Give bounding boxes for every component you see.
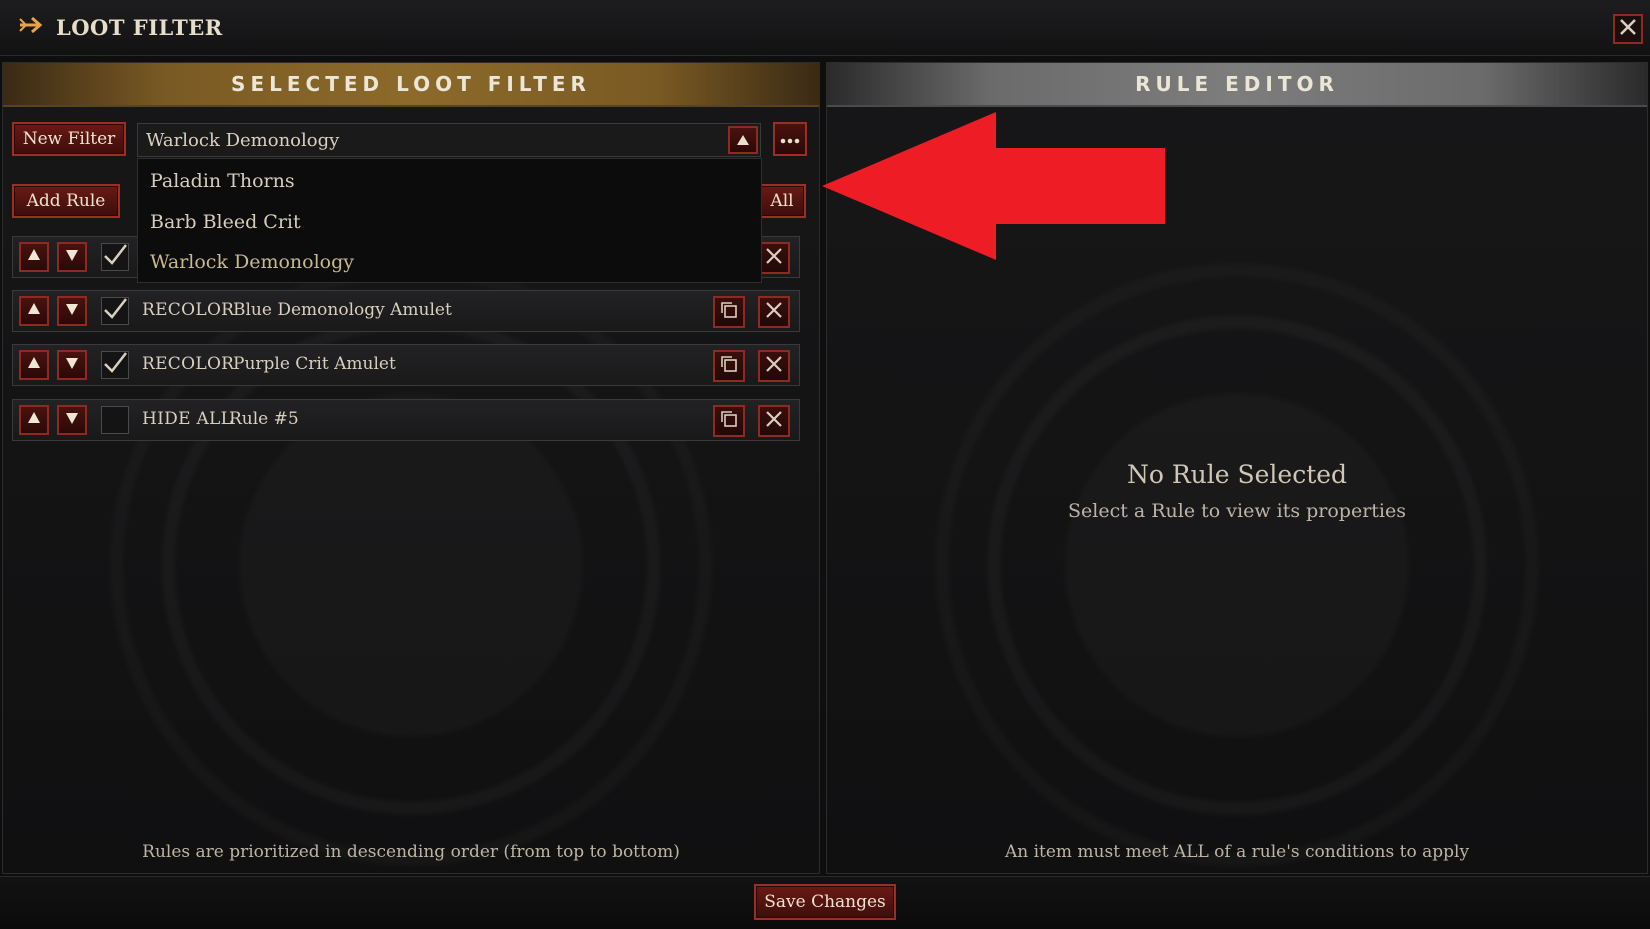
rule-name: Blue Demonology Amulet	[233, 300, 452, 320]
rule-enabled-checkbox[interactable]	[101, 351, 129, 379]
ellipsis-icon	[780, 130, 800, 149]
rule-action: RECOLOR	[142, 300, 235, 320]
triangle-up-icon	[26, 301, 42, 321]
triangle-down-icon	[64, 410, 80, 430]
filter-option-paladin-thorns[interactable]: Paladin Thorns	[150, 162, 750, 200]
rule-name: Rule #5	[229, 409, 299, 429]
annotation-arrow-icon	[822, 112, 1165, 260]
right-footer-hint: An item must meet ALL of a rule's condit…	[1004, 842, 1470, 862]
window-title: LOOT FILTER	[18, 12, 223, 42]
move-down-button[interactable]	[57, 242, 87, 272]
delete-rule-button[interactable]	[758, 405, 790, 437]
triangle-down-icon	[64, 301, 80, 321]
filter-dropdown-menu: Paladin Thorns Barb Bleed Crit Warlock D…	[137, 158, 762, 283]
rule-enabled-checkbox[interactable]	[101, 406, 129, 434]
filter-select[interactable]: Warlock Demonology	[137, 123, 761, 157]
triangle-up-icon	[26, 410, 42, 430]
copy-icon	[720, 410, 738, 432]
rule-enabled-checkbox[interactable]	[101, 297, 129, 325]
filter-select-value: Warlock Demonology	[146, 129, 340, 151]
triangle-down-icon	[64, 355, 80, 375]
filter-options-button[interactable]	[773, 122, 807, 156]
new-filter-button[interactable]: New Filter	[12, 122, 126, 156]
no-rule-selected-subtitle: Select a Rule to view its properties	[1067, 500, 1407, 522]
move-up-button[interactable]	[19, 296, 49, 326]
delete-rule-button[interactable]	[758, 350, 790, 382]
caret-up-icon	[736, 131, 750, 150]
rule-row[interactable]: RECOLOR Purple Crit Amulet	[12, 344, 800, 386]
move-up-button[interactable]	[19, 242, 49, 272]
rule-row[interactable]: RECOLOR Blue Demonology Amulet	[12, 290, 800, 332]
rule-action: HIDE ALL	[142, 409, 233, 429]
copy-rule-button[interactable]	[713, 296, 745, 328]
rule-enabled-checkbox[interactable]	[101, 243, 129, 271]
x-icon	[764, 246, 784, 270]
delete-rule-button[interactable]	[758, 242, 790, 274]
move-down-button[interactable]	[57, 296, 87, 326]
rule-name: Purple Crit Amulet	[233, 354, 396, 374]
delete-rule-button[interactable]	[758, 296, 790, 328]
save-changes-button[interactable]: Save Changes	[754, 884, 896, 920]
title-bar: LOOT FILTER	[0, 0, 1650, 56]
move-down-button[interactable]	[57, 350, 87, 380]
selected-loot-filter-header: SELECTED LOOT FILTER	[3, 63, 819, 107]
triangle-up-icon	[26, 355, 42, 375]
move-up-button[interactable]	[19, 350, 49, 380]
arrow-right-icon	[18, 15, 46, 40]
close-icon	[1618, 17, 1638, 41]
x-icon	[764, 300, 784, 324]
all-button[interactable]: All	[758, 184, 806, 218]
triangle-down-icon	[64, 247, 80, 267]
checkmark-icon	[102, 351, 128, 379]
close-window-button[interactable]	[1613, 14, 1643, 44]
copy-rule-button[interactable]	[713, 405, 745, 437]
left-footer-hint: Rules are prioritized in descending orde…	[142, 842, 680, 862]
filter-option-warlock-demonology[interactable]: Warlock Demonology	[150, 243, 750, 281]
checkmark-icon	[102, 243, 128, 271]
add-rule-button[interactable]: Add Rule	[12, 184, 120, 218]
move-up-button[interactable]	[19, 405, 49, 435]
rule-row[interactable]: HIDE ALL Rule #5	[12, 399, 800, 441]
checkmark-icon	[102, 297, 128, 325]
filter-option-barb-bleed-crit[interactable]: Barb Bleed Crit	[150, 203, 750, 241]
x-icon	[764, 354, 784, 378]
rule-editor-header: RULE EDITOR	[827, 63, 1647, 107]
rule-action: RECOLOR	[142, 354, 235, 374]
x-icon	[764, 409, 784, 433]
triangle-up-icon	[26, 247, 42, 267]
copy-icon	[720, 355, 738, 377]
copy-rule-button[interactable]	[713, 350, 745, 382]
no-rule-selected-title: No Rule Selected	[1126, 460, 1348, 489]
window-title-text: LOOT FILTER	[56, 14, 223, 40]
copy-icon	[720, 301, 738, 323]
move-down-button[interactable]	[57, 405, 87, 435]
filter-select-toggle[interactable]	[728, 126, 758, 154]
